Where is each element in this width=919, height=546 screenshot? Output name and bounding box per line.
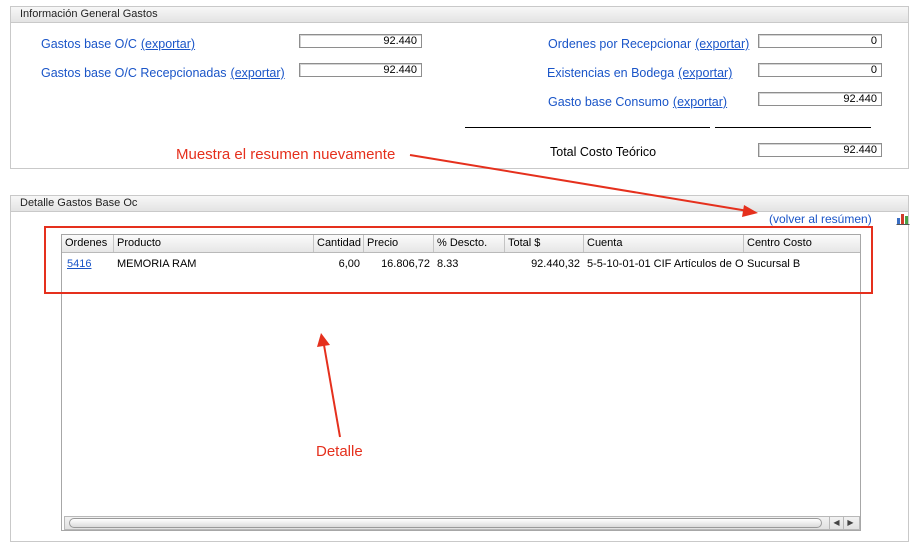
total-costo-field[interactable]: 92.440 <box>758 143 882 157</box>
existencias-bodega-field[interactable]: 0 <box>758 63 882 77</box>
gastos-base-oc-recep-export-link[interactable]: (exportar) <box>231 66 285 80</box>
volver-resumen-link[interactable]: (volver al resúmen) <box>769 212 872 226</box>
gastos-base-oc-recep-field[interactable]: 92.440 <box>299 63 422 77</box>
gasto-base-consumo-field[interactable]: 92.440 <box>758 92 882 106</box>
gasto-base-consumo-export-link[interactable]: (exportar) <box>673 95 727 109</box>
ordenes-por-recepcionar-export-link[interactable]: (exportar) <box>695 37 749 51</box>
gastos-base-oc-recep-label: Gastos base O/C Recepcionadas (exportar) <box>41 66 285 80</box>
detalle-title: Detalle Gastos Base Oc <box>11 196 908 212</box>
gastos-base-oc-label: Gastos base O/C (exportar) <box>41 37 196 51</box>
gastos-base-oc-export-link[interactable]: (exportar) <box>141 37 195 51</box>
ordenes-por-recepcionar-field[interactable]: 0 <box>758 34 882 48</box>
total-costo-label: Total Costo Teórico <box>550 145 657 159</box>
ordenes-por-recepcionar-label: Ordenes por Recepcionar (exportar) <box>548 37 750 51</box>
gasto-base-consumo-label: Gasto base Consumo (exportar) <box>548 95 728 109</box>
summary-annotation: Muestra el resumen nuevamente <box>176 146 396 163</box>
info-general-title: Información General Gastos <box>11 7 908 23</box>
gastos-base-oc-field[interactable]: 92.440 <box>299 34 422 48</box>
bar-chart-icon[interactable] <box>896 211 910 225</box>
scroll-left-icon[interactable]: ◀ <box>829 517 843 529</box>
horizontal-scrollbar[interactable]: ◀ ▶ <box>64 516 860 530</box>
scroll-right-icon[interactable]: ▶ <box>843 517 857 529</box>
highlight-box <box>44 226 873 294</box>
divider-left <box>465 127 710 128</box>
existencias-bodega-label: Existencias en Bodega (exportar) <box>547 66 733 80</box>
divider-right <box>715 127 871 128</box>
scrollbar-thumb[interactable] <box>69 518 822 528</box>
detail-annotation: Detalle <box>316 443 363 460</box>
existencias-bodega-export-link[interactable]: (exportar) <box>678 66 732 80</box>
